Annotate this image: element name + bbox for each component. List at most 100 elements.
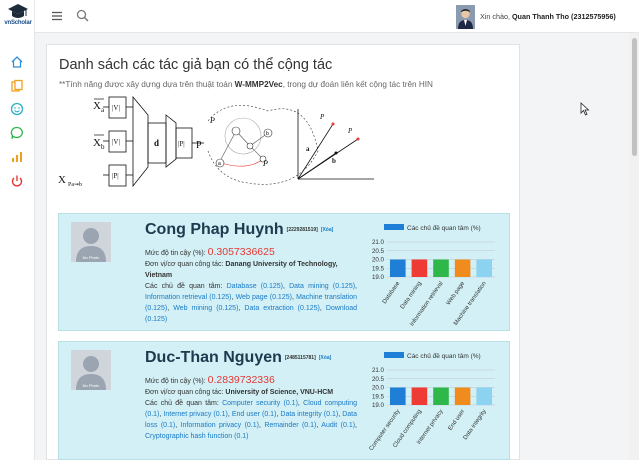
author-name[interactable]: Duc-Than Nguyen [2485115781] [Xóa] xyxy=(145,349,331,367)
interest-chart: Các chủ đề quan tâm (%) 21.0 20.5 20.019.5 1… xyxy=(372,223,495,328)
workplace: Đơn vị/cơ quan công tác: University of S… xyxy=(145,388,357,399)
topic-link[interactable]: Internet privacy (0.1) xyxy=(163,411,227,418)
model-diagram: X a X b X Pa⇝b |V| |V| |P| d |P| P b a P… xyxy=(58,95,374,188)
legend-label: Các chủ đề quan tâm (%) xyxy=(407,223,481,232)
home-icon[interactable] xyxy=(10,55,24,69)
search-icon[interactable] xyxy=(76,9,89,22)
diagram-xp-label: X xyxy=(58,174,66,186)
graph-node-a: a xyxy=(218,161,221,167)
topics-label: Các chủ đề quan tâm: xyxy=(145,400,223,407)
logo-text: vnScholar xyxy=(4,20,32,26)
mouse-cursor-icon xyxy=(580,102,590,116)
note-suffix: , trong dự đoán liên kết cộng tác trên H… xyxy=(282,80,433,89)
author-card: No Photo Duc-Than Nguyen [2485115781] [Xóa… xyxy=(58,341,510,460)
legend-label: Các chủ đề quan tâm (%) xyxy=(407,351,481,360)
y-tick-label: 20.5 xyxy=(372,248,385,255)
vector-label-pab: P xyxy=(319,113,325,121)
topic-link[interactable]: Information privacy (0.1) xyxy=(181,422,259,429)
bar[interactable] xyxy=(433,259,449,278)
topic-link[interactable]: Data mining (0.125) xyxy=(289,283,355,290)
bar[interactable] xyxy=(454,259,471,278)
diagram-xb-sub: b xyxy=(101,143,105,151)
y-tick-label: 21.0 xyxy=(372,367,385,374)
author-name-text[interactable]: Duc-Than Nguyen xyxy=(145,349,282,366)
x-tick-label: Data integrity xyxy=(463,409,488,441)
no-photo-label: No Photo xyxy=(82,255,100,260)
bar[interactable] xyxy=(390,387,406,406)
topic-link[interactable]: Web page (0.125) xyxy=(236,294,292,301)
confidence-label: Mức độ tin cậy (%): xyxy=(145,250,208,257)
algorithm-note: **Tính năng được xây dựng dựa trên thuật… xyxy=(59,80,433,89)
topic-link[interactable]: Database (0.125) xyxy=(227,283,283,290)
y-tick-label: 20.5 xyxy=(372,376,385,383)
topic-link[interactable]: Remainder (0.1) xyxy=(264,422,316,429)
author-id: [2229281519] xyxy=(286,226,318,233)
graph-path-label: P xyxy=(209,116,215,125)
bar[interactable] xyxy=(390,259,406,278)
topic-link[interactable]: Data extraction (0.125) xyxy=(244,305,319,312)
y-tick-label: 19.5 xyxy=(372,393,385,400)
confidence: Mức độ tin cậy (%): 0.3057336625 xyxy=(145,246,275,258)
author-id: [2485115781] xyxy=(284,354,316,361)
power-icon[interactable] xyxy=(10,174,24,188)
author-name-text[interactable]: Cong Phap Huynh xyxy=(145,221,284,238)
diagram-p-box: |P| xyxy=(112,172,119,180)
topic-link[interactable]: Web mining (0.125) xyxy=(173,305,238,312)
note-prefix: **Tính năng được xây dựng dựa trên thuật… xyxy=(59,80,235,89)
bar[interactable] xyxy=(411,259,428,278)
scrollbar-thumb[interactable] xyxy=(632,38,637,156)
bar[interactable] xyxy=(433,387,449,406)
menu-icon[interactable] xyxy=(51,10,63,22)
diagram-v-box-a: |V| xyxy=(112,104,120,112)
greeting-prefix: Xin chào, xyxy=(480,12,512,21)
bar-chart-icon[interactable] xyxy=(10,150,24,164)
bar[interactable] xyxy=(476,259,492,278)
topic-link[interactable]: End user (0.1) xyxy=(232,411,277,418)
top-bar: Xin chào, Quan Thanh Tho (2312575956) xyxy=(35,0,639,33)
user-avatar[interactable] xyxy=(456,5,475,29)
logo[interactable]: vnScholar xyxy=(4,3,32,33)
sidebar: vnScholar xyxy=(0,0,35,460)
y-tick-label: 21.0 xyxy=(372,239,385,246)
topic-link[interactable]: Data integrity (0.1) xyxy=(280,411,338,418)
bar[interactable] xyxy=(411,387,428,406)
graph-node-b: b xyxy=(266,131,269,137)
diagram-d-box: d xyxy=(154,138,159,148)
topics-label: Các chủ đề quan tâm: xyxy=(145,283,227,290)
chat-icon[interactable] xyxy=(10,126,24,140)
vector-label-b: b xyxy=(332,157,336,165)
x-tick-label: Database xyxy=(382,280,402,305)
diagram-p-vector: P xyxy=(196,140,202,151)
confidence-value: 0.2839732336 xyxy=(207,374,275,386)
diagram-xp-sub: Pa⇝b xyxy=(68,182,82,188)
note-algorithm: W-MMP2Vec xyxy=(234,80,283,89)
interest-chart: Các chủ đề quan tâm (%) 21.0 20.5 20.019.5 1… xyxy=(369,351,495,452)
delete-link[interactable]: [Xóa] xyxy=(319,355,332,361)
documents-icon[interactable] xyxy=(10,79,24,93)
workplace: Đơn vị/cơ quan công tác: Danang Universi… xyxy=(145,260,357,281)
no-photo-label: No Photo xyxy=(82,383,100,388)
topic-link[interactable]: Cryptographic hash function (0.1) xyxy=(145,433,249,440)
workplace-label: Đơn vị/cơ quan công tác: xyxy=(145,261,226,268)
workplace-value: University of Science, VNU-HCM xyxy=(225,389,334,396)
graph-pl-label: P xyxy=(262,159,268,168)
diagram-xb-label: X xyxy=(93,137,101,149)
confidence-value: 0.3057336625 xyxy=(207,246,275,258)
vector-label-a: a xyxy=(306,145,310,153)
topic-link[interactable]: Audit (0.1) xyxy=(321,422,355,429)
user-greeting: Xin chào, Quan Thanh Tho (2312575956) xyxy=(480,12,616,21)
delete-link[interactable]: [Xóa] xyxy=(321,227,334,233)
author-name[interactable]: Cong Phap Huynh [2229281519] [Xóa] xyxy=(145,221,333,239)
legend-swatch xyxy=(384,352,404,358)
author-card: No Photo Cong Phap Huynh [2229281519] [Xóa… xyxy=(58,213,510,331)
bar[interactable] xyxy=(476,387,492,406)
legend-swatch xyxy=(384,224,404,230)
user-name[interactable]: Quan Thanh Tho (2312575956) xyxy=(512,12,616,21)
page-title: Danh sách các tác giả bạn có thể cộng tá… xyxy=(59,57,333,73)
topic-link[interactable]: Computer security (0.1) xyxy=(222,400,298,407)
topic-link[interactable]: Information retrieval (0.125) xyxy=(145,294,231,301)
diagram-p-out: |P| xyxy=(178,140,185,148)
x-tick-label: End user xyxy=(448,409,467,432)
bar[interactable] xyxy=(454,387,471,406)
smiley-icon[interactable] xyxy=(10,102,24,116)
